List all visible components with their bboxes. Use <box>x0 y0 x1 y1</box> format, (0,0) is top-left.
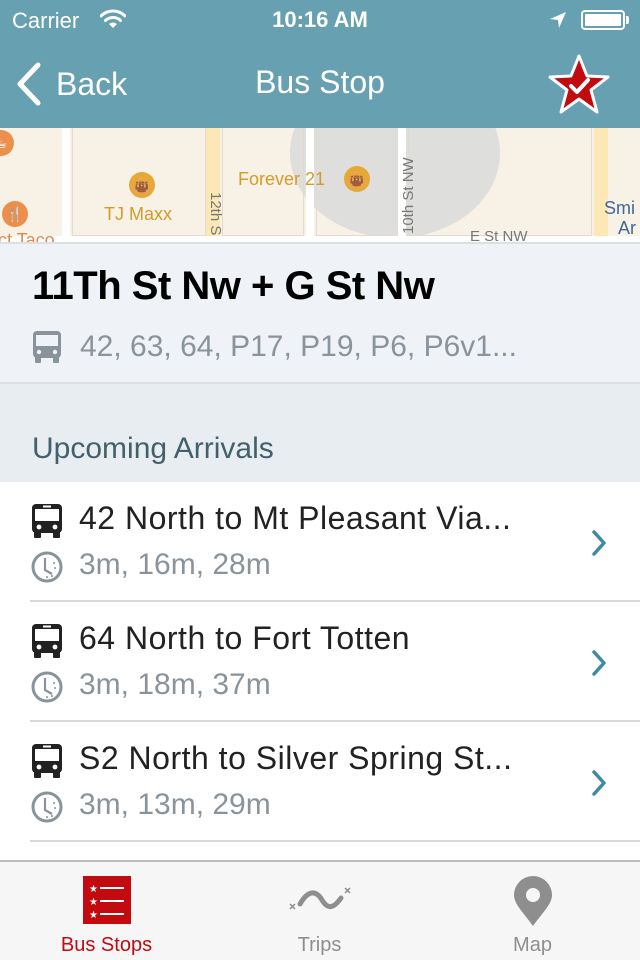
tab-label: Map <box>513 934 552 956</box>
tab-label: Bus Stops <box>60 934 153 956</box>
status-bar: Carrier 10:16 AM <box>0 0 640 40</box>
arrival-times: 3m, 13m, 29m <box>79 788 271 821</box>
chevron-right-icon <box>592 530 606 556</box>
restaurant-pin-icon: 🍴 <box>2 201 28 227</box>
street-label: 12th S <box>207 192 224 236</box>
tab-bar: ★ ★ ★ Bus Stops Trips Map <box>0 860 640 960</box>
shopping-pin-icon: 👜 <box>344 166 370 192</box>
map-label: Forever 21 <box>238 169 326 189</box>
route-icon <box>288 887 351 910</box>
svg-text:★: ★ <box>89 884 98 895</box>
location-arrow-icon <box>550 12 566 28</box>
arrival-row[interactable]: 64 North to Fort Totten 3m, 18m, 37m <box>0 602 640 722</box>
bus-icon <box>33 331 61 363</box>
tab-bus-stops[interactable]: ★ ★ ★ Bus Stops <box>0 862 213 960</box>
arrival-row[interactable]: S2 North to Silver Spring St... 3m, 13m,… <box>0 722 640 842</box>
clock-icon <box>31 551 63 583</box>
clock-icon <box>31 671 63 703</box>
map-preview[interactable]: ☕ 🍴 ict Taco 👜 TJ Maxx 12th S Forever 21… <box>0 128 640 242</box>
chevron-right-icon <box>592 770 606 796</box>
map-road <box>62 128 70 242</box>
arrival-row[interactable]: 42 North to Mt Pleasant Via... 3m, 16m, … <box>0 482 640 602</box>
battery-icon <box>581 10 625 30</box>
map-label: TJ Maxx <box>104 204 173 224</box>
map-label: Smi <box>604 198 635 218</box>
map-label: Ar <box>618 218 636 238</box>
shopping-pin-icon: 👜 <box>129 172 155 198</box>
chevron-right-icon <box>592 650 606 676</box>
section-header: Upcoming Arrivals <box>0 384 640 482</box>
bus-icon <box>32 624 62 658</box>
routes-row: 42, 63, 64, P17, P19, P6, P6v1... <box>32 330 517 364</box>
tab-label: Trips <box>297 934 342 956</box>
arrival-title: 64 North to Fort Totten <box>79 620 411 656</box>
svg-text:★: ★ <box>89 897 98 908</box>
battery-tip <box>626 16 629 24</box>
street-label: E St NW <box>470 228 528 242</box>
bus-icon <box>32 744 62 778</box>
chevron-left-icon <box>17 62 41 106</box>
back-label: Back <box>56 65 128 102</box>
arrival-title: S2 North to Silver Spring St... <box>79 740 513 776</box>
arrival-title: 42 North to Mt Pleasant Via... <box>79 500 512 536</box>
starred-list-icon: ★ ★ ★ <box>82 876 131 924</box>
stop-info-panel: 11Th St Nw + G St Nw 42, 63, 64, P17, P1… <box>0 242 640 384</box>
stop-routes: 42, 63, 64, P17, P19, P6, P6v1... <box>80 330 517 363</box>
arrivals-list: 42 North to Mt Pleasant Via... 3m, 16m, … <box>0 482 640 842</box>
map-block <box>408 128 592 236</box>
tab-trips[interactable]: Trips <box>213 862 426 960</box>
status-time: 10:16 AM <box>272 7 368 32</box>
arrival-times: 3m, 16m, 28m <box>79 548 271 581</box>
stop-name: 11Th St Nw + G St Nw <box>32 264 435 308</box>
bus-icon <box>32 504 62 538</box>
back-button[interactable]: Back <box>14 60 127 108</box>
map-label: ict Taco <box>0 230 55 242</box>
restaurant-pin-icon: ☕ <box>0 130 14 156</box>
section-title: Upcoming Arrivals <box>32 432 274 465</box>
navigation-bar: Back Bus Stop <box>0 40 640 128</box>
street-label: 10th St NW <box>400 157 417 234</box>
map-road <box>594 128 608 242</box>
clock-icon <box>31 791 63 823</box>
arrival-times: 3m, 18m, 37m <box>79 668 271 701</box>
favorite-star-button[interactable] <box>546 52 612 118</box>
tab-map[interactable]: Map <box>426 862 639 960</box>
top-bar: Carrier 10:16 AM Back Bus Stop <box>0 0 640 128</box>
map-pin-icon <box>513 876 552 926</box>
svg-text:★: ★ <box>89 910 98 921</box>
